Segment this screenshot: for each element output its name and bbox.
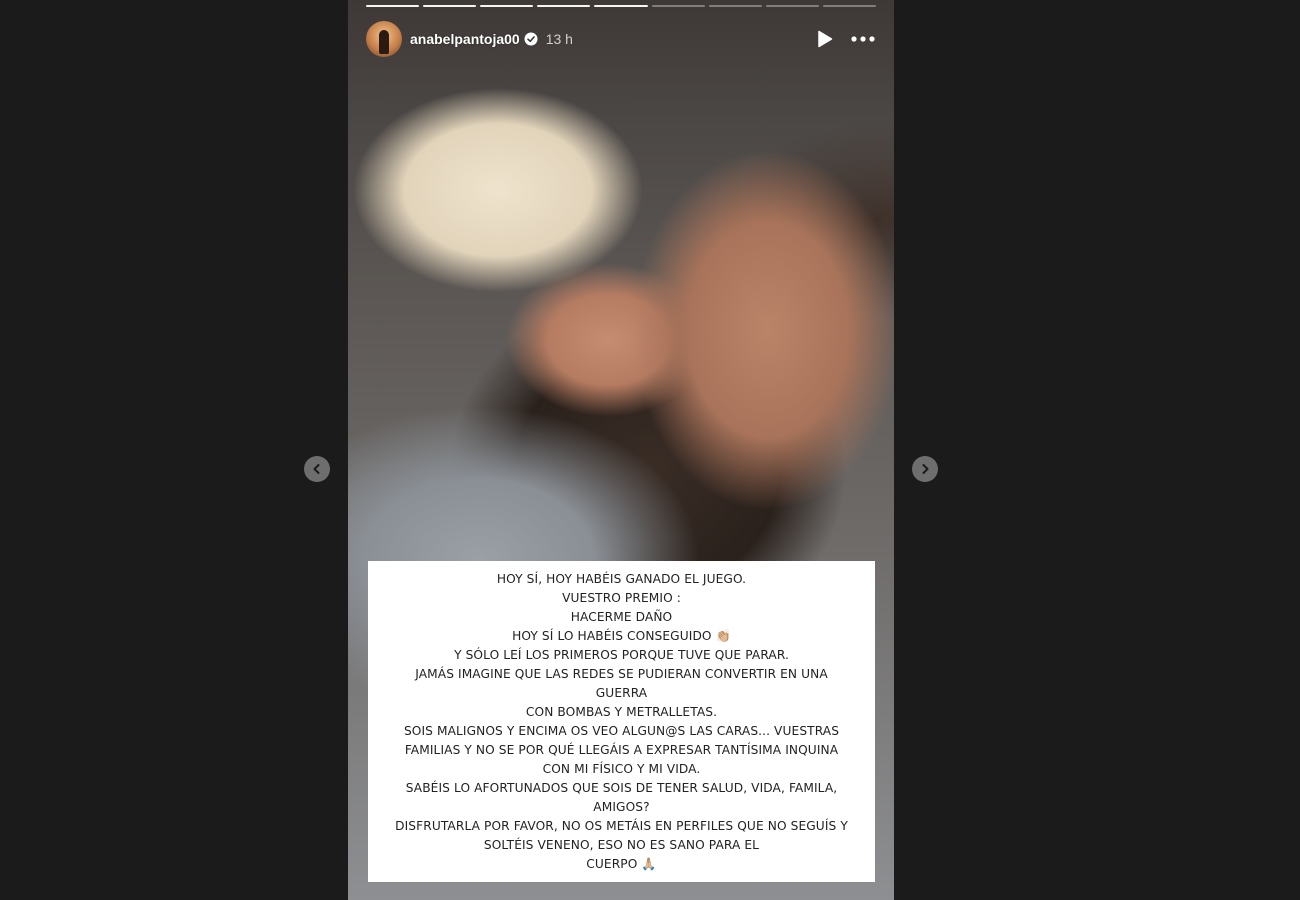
more-options-button[interactable] xyxy=(850,26,876,52)
next-story-button[interactable] xyxy=(912,456,938,482)
story-text-line: HOY SÍ, HOY HABÉIS GANADO EL JUEGO. xyxy=(496,571,747,586)
progress-segment xyxy=(423,5,477,7)
more-horizontal-icon xyxy=(851,36,875,42)
story-text-sticker: HOY SÍ, HOY HABÉIS GANADO EL JUEGO. VUEST… xyxy=(368,561,875,882)
username-link[interactable]: anabelpantoja00 xyxy=(410,31,520,47)
story-text-line: HOY SÍ LO HABÉIS CONSEGUIDO 👏🏼 xyxy=(512,628,731,643)
avatar[interactable] xyxy=(366,21,402,57)
story-frame[interactable]: anabelpantoja00 13 h HOY SÍ, HOY HABÉIS … xyxy=(348,0,894,900)
progress-segment xyxy=(708,5,762,7)
story-text-line: CON BOMBAS Y METRALLETAS. xyxy=(525,704,718,719)
story-progress-bar xyxy=(366,5,876,7)
story-text-line: HACERME DAÑO xyxy=(570,609,673,624)
progress-segment xyxy=(366,5,420,7)
chevron-left-icon xyxy=(313,464,320,474)
story-text-line: CON MI FÍSICO Y MI VIDA. xyxy=(542,761,701,776)
story-text-line: Y SÓLO LEÍ LOS PRIMEROS PORQUE TUVE QUE … xyxy=(454,647,789,662)
story-text-line: JAMÁS IMAGINE QUE LAS REDES SE PUDIERAN … xyxy=(415,666,828,700)
previous-story-button[interactable] xyxy=(304,456,330,482)
story-text-line: AMIGOS? xyxy=(593,799,650,814)
progress-segment xyxy=(822,5,876,7)
progress-segment xyxy=(651,5,705,7)
story-viewer: anabelpantoja00 13 h HOY SÍ, HOY HABÉIS … xyxy=(0,0,1300,900)
progress-segment xyxy=(765,5,819,7)
chevron-right-icon xyxy=(922,464,929,474)
story-text-line: VUESTRO PREMIO : xyxy=(562,590,681,605)
progress-segment xyxy=(594,5,648,7)
play-button[interactable] xyxy=(812,26,838,52)
progress-segment xyxy=(537,5,591,7)
story-header: anabelpantoja00 13 h xyxy=(366,20,876,58)
story-text-line: SOLTÉIS VENENO, ESO NO ES SANO PARA EL xyxy=(483,837,760,852)
progress-segment xyxy=(480,5,534,7)
story-timestamp: 13 h xyxy=(545,31,573,47)
story-text-line: DISFRUTARLA POR FAVOR, NO OS METÁIS EN P… xyxy=(395,818,848,833)
story-text-line: SABÉIS LO AFORTUNADOS QUE SOIS DE TENER … xyxy=(405,780,838,795)
verified-badge-icon xyxy=(524,32,538,46)
story-text-line: CUERPO 🙏🏼 xyxy=(586,856,657,871)
story-text-line: SOIS MALIGNOS Y ENCIMA OS VEO ALGUN@S LA… xyxy=(403,723,840,738)
story-text-line: FAMILIAS Y NO SE POR QUÉ LLEGÁIS A EXPRE… xyxy=(404,742,839,757)
play-icon xyxy=(818,30,833,48)
